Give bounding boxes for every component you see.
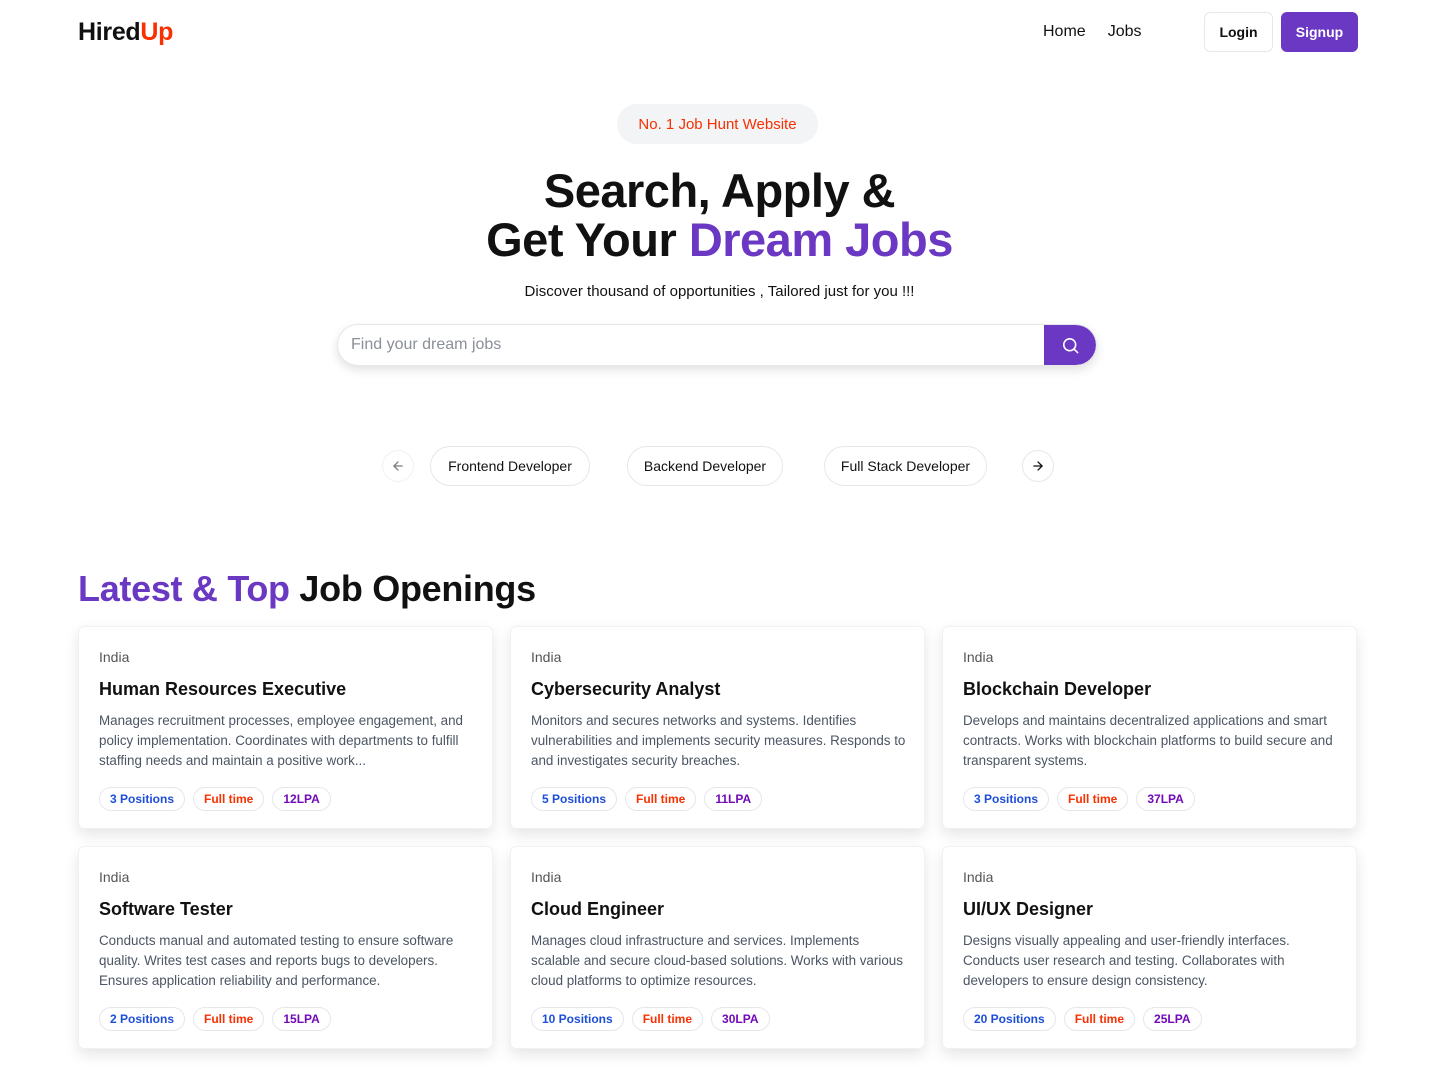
- salary-badge: 12LPA: [272, 787, 331, 811]
- section-title-accent: Latest & Top: [78, 568, 290, 609]
- job-card[interactable]: India Human Resources Executive Manages …: [78, 626, 493, 829]
- positions-badge: 10 Positions: [531, 1007, 624, 1031]
- search-button[interactable]: [1044, 325, 1096, 365]
- job-type-badge: Full time: [193, 1007, 265, 1031]
- hero-title-accent: Dream Jobs: [688, 213, 954, 266]
- job-location: India: [531, 869, 562, 885]
- job-description: Manages cloud infrastructure and service…: [531, 933, 903, 988]
- job-location: India: [963, 649, 994, 665]
- hero-subtitle: Discover thousand of opportunities , Tai…: [524, 283, 915, 300]
- hero-badge: No. 1 Job Hunt Website: [617, 104, 818, 144]
- carousel-next-button[interactable]: [1022, 450, 1054, 482]
- category-chip-fullstack[interactable]: Full Stack Developer: [824, 446, 987, 486]
- job-tags: 10 Positions Full time 30LPA: [531, 1007, 770, 1031]
- job-tags: 3 Positions Full time 12LPA: [99, 787, 331, 811]
- job-title: Blockchain Developer: [963, 679, 1152, 699]
- login-button[interactable]: Login: [1204, 12, 1273, 52]
- job-title: UI/UX Designer: [963, 899, 1094, 919]
- nav-link-jobs[interactable]: Jobs: [1108, 23, 1142, 41]
- arrow-right-icon: [1033, 461, 1043, 471]
- salary-badge: 37LPA: [1136, 787, 1195, 811]
- job-title: Human Resources Executive: [99, 679, 347, 699]
- job-type-badge: Full time: [1063, 1007, 1136, 1031]
- job-description: Conducts manual and automated testing to…: [99, 933, 454, 988]
- section-title: Latest & Top Job Openings: [78, 568, 536, 610]
- category-chip-backend[interactable]: Backend Developer: [627, 446, 783, 486]
- nav-links: Home Jobs: [1043, 23, 1141, 41]
- job-tags: 5 Positions Full time 11LPA: [531, 787, 763, 811]
- job-description: Monitors and secures networks and system…: [531, 713, 906, 768]
- job-type-badge: Full time: [625, 787, 697, 811]
- nav-link-home[interactable]: Home: [1043, 23, 1086, 41]
- job-card[interactable]: India Blockchain Developer Develops and …: [942, 626, 1357, 829]
- search-icon: [1062, 337, 1078, 353]
- signup-button[interactable]: Signup: [1281, 12, 1358, 52]
- hero-title-line2-prefix: Get Your: [486, 213, 689, 266]
- positions-badge: 3 Positions: [99, 787, 186, 811]
- job-title: Cloud Engineer: [531, 899, 665, 919]
- hero-title-line1: Search, Apply &: [543, 164, 896, 217]
- job-card[interactable]: India Cloud Engineer Manages cloud infra…: [510, 846, 925, 1049]
- navbar: HiredUp Home Jobs Login Signup: [0, 0, 1439, 66]
- job-type-badge: Full time: [193, 787, 265, 811]
- positions-badge: 5 Positions: [531, 787, 618, 811]
- positions-badge: 20 Positions: [963, 1007, 1056, 1031]
- search-input[interactable]: [338, 325, 1046, 365]
- job-description: Manages recruitment processes, employee …: [99, 713, 463, 768]
- job-description: Develops and maintains decentralized app…: [963, 713, 1333, 768]
- brand-logo-part2: Up: [140, 18, 174, 46]
- arrow-left-icon: [393, 461, 403, 471]
- job-location: India: [531, 649, 562, 665]
- job-type-badge: Full time: [1057, 787, 1129, 811]
- salary-badge: 30LPA: [711, 1007, 770, 1031]
- salary-badge: 15LPA: [272, 1007, 331, 1031]
- carousel-prev-button[interactable]: [382, 450, 414, 482]
- job-tags: 3 Positions Full time 37LPA: [963, 787, 1195, 811]
- brand-logo[interactable]: HiredUp: [78, 18, 173, 47]
- brand-logo-part1: Hired: [78, 18, 141, 46]
- job-card[interactable]: India Cybersecurity Analyst Monitors and…: [510, 626, 925, 829]
- salary-badge: 11LPA: [704, 787, 763, 811]
- hero-title: Search, Apply & Get Your Dream Jobs: [0, 166, 1439, 264]
- search-bar: [337, 324, 1097, 366]
- job-title: Software Tester: [99, 899, 233, 919]
- job-location: India: [99, 649, 130, 665]
- section-title-rest: Job Openings: [289, 568, 536, 609]
- job-location: India: [99, 869, 130, 885]
- positions-badge: 2 Positions: [99, 1007, 186, 1031]
- salary-badge: 25LPA: [1143, 1007, 1202, 1031]
- positions-badge: 3 Positions: [963, 787, 1050, 811]
- job-tags: 20 Positions Full time 25LPA: [963, 1007, 1202, 1031]
- job-title: Cybersecurity Analyst: [531, 679, 721, 699]
- job-type-badge: Full time: [631, 1007, 704, 1031]
- job-card[interactable]: India UI/UX Designer Designs visually ap…: [942, 846, 1357, 1049]
- job-description: Designs visually appealing and user-frie…: [963, 933, 1290, 988]
- job-location: India: [963, 869, 994, 885]
- job-card[interactable]: India Software Tester Conducts manual an…: [78, 846, 493, 1049]
- job-tags: 2 Positions Full time 15LPA: [99, 1007, 331, 1031]
- category-chip-frontend[interactable]: Frontend Developer: [430, 446, 590, 486]
